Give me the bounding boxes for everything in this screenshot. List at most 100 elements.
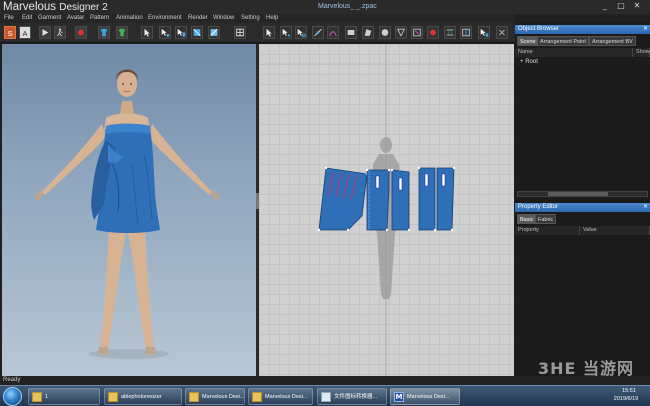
tab-fabric[interactable]: Fabric — [535, 214, 557, 224]
pattern-piece-right-front — [417, 166, 437, 232]
select-icon[interactable] — [141, 26, 153, 39]
pattern-canvas — [259, 44, 514, 376]
menu-pattern[interactable]: Pattern — [90, 14, 109, 23]
taskbar-item-marvelous-app[interactable]: M Marvelous Desi... — [390, 388, 460, 405]
avatar-figure — [35, 69, 219, 359]
polygon-icon[interactable] — [362, 26, 374, 39]
menu-window[interactable]: Window — [213, 14, 234, 23]
tree-item-root[interactable]: + Root — [520, 58, 538, 66]
tab-arrangement-bv[interactable]: Arrangement BV — [589, 36, 636, 46]
start-button[interactable] — [3, 387, 22, 406]
maximize-button[interactable]: □ — [615, 1, 627, 11]
arrow-cursor-icon — [321, 392, 331, 402]
menu-environment[interactable]: Environment — [148, 14, 182, 23]
status-text: Ready — [3, 377, 21, 383]
avatar-icon[interactable]: A — [19, 26, 31, 39]
marvelous-designer-window: Marvelous Designer 2 Marvelous_ _.zpac _… — [0, 0, 650, 406]
column-show[interactable]: Show — [633, 48, 650, 57]
pattern-piece-center-back — [390, 168, 411, 232]
taskbar-item-folder-1[interactable]: 1 — [28, 388, 100, 405]
column-name[interactable]: Name — [515, 48, 633, 57]
md-app-icon: M — [394, 392, 404, 402]
fold-icon[interactable] — [175, 26, 187, 39]
simulation-icon[interactable]: S — [4, 26, 16, 39]
menu-file[interactable]: File — [4, 14, 14, 23]
record-icon[interactable] — [75, 26, 87, 39]
expand-plus-icon[interactable]: + — [520, 59, 524, 65]
fold-arrange-icon[interactable] — [460, 26, 472, 39]
free-sew-icon[interactable] — [444, 26, 456, 39]
move-icon[interactable] — [159, 26, 171, 39]
menu-help[interactable]: Help — [266, 14, 278, 23]
taskbar-item-marvelous-2[interactable]: Marvelous Desi... — [248, 388, 313, 405]
scrollbar-thumb[interactable] — [548, 192, 608, 196]
add-point-icon[interactable] — [312, 26, 324, 39]
main-toolbar: S A — [0, 23, 515, 43]
clock-time[interactable]: 15:51 — [612, 388, 646, 395]
tree-item-label: Root — [525, 59, 538, 65]
menu-setting[interactable]: Setting — [241, 14, 260, 23]
windows-taskbar: 1 ablephotoresizer Marvelous Desi... Mar… — [0, 385, 650, 406]
clock-date[interactable]: 2019/6/19 — [605, 396, 647, 403]
dart-icon[interactable] — [395, 26, 407, 39]
play-icon[interactable] — [39, 26, 51, 39]
property-editor-close-icon[interactable]: ✕ — [643, 203, 648, 212]
object-browser-title: Object Browser ✕ — [515, 25, 650, 34]
internal-line-icon[interactable] — [411, 26, 423, 39]
property-editor-title: Property Editor ✕ — [515, 203, 650, 212]
folder-icon — [108, 392, 118, 402]
minimize-button[interactable]: _ — [599, 1, 611, 11]
menu-edit[interactable]: Edit — [22, 14, 32, 23]
object-browser-close-icon[interactable]: ✕ — [643, 25, 648, 34]
app-name: Marvelous — [3, 1, 57, 13]
folder-icon — [252, 392, 262, 402]
object-browser-title-text: Object Browser — [518, 26, 560, 32]
select-pattern-icon[interactable] — [263, 26, 275, 39]
menu-garment[interactable]: Garment — [38, 14, 61, 23]
circle-icon[interactable] — [379, 26, 391, 39]
curve-icon[interactable] — [327, 26, 339, 39]
taskbar-item-icon-converter[interactable]: 文件图标转换器... — [317, 388, 387, 405]
3d-garment-viewport[interactable] — [2, 44, 256, 376]
edit-pattern-icon[interactable] — [280, 26, 292, 39]
column-value[interactable]: Value — [580, 226, 650, 235]
2d-pattern-window[interactable] — [259, 44, 514, 376]
window-title: Marvelous_ _.zpac — [318, 3, 377, 10]
transform-icon[interactable] — [295, 26, 307, 39]
walk-icon[interactable] — [54, 26, 66, 39]
grid-icon[interactable] — [234, 26, 246, 39]
app-version-name: Designer 2 — [59, 2, 108, 13]
folder-icon — [189, 392, 199, 402]
pattern-piece-right-back — [436, 166, 456, 232]
taskbar-item-marvelous-1[interactable]: Marvelous Desi... — [185, 388, 245, 405]
menu-animation[interactable]: Animation — [116, 14, 143, 23]
pattern-piece-left-drape — [317, 166, 369, 232]
tab-basic[interactable]: Basic — [517, 214, 537, 224]
tab-scene[interactable]: Scene — [517, 36, 539, 46]
fit-icon[interactable] — [116, 26, 128, 39]
close-button[interactable]: ✕ — [631, 1, 643, 11]
pin-icon[interactable] — [191, 26, 203, 39]
settings-icon[interactable] — [496, 26, 508, 39]
taskbar-item-ablephotoresizer[interactable]: ablephotoresizer — [104, 388, 182, 405]
menu-bar: File Edit Garment Avatar Pattern Animati… — [0, 14, 515, 23]
property-editor-title-text: Property Editor — [518, 204, 559, 210]
watermark-logo: 3HE 当游网 — [538, 359, 635, 378]
object-browser-horizontal-scrollbar[interactable] — [517, 191, 648, 197]
texture-icon[interactable] — [208, 26, 220, 39]
menu-render[interactable]: Render — [188, 14, 208, 23]
column-property[interactable]: Property — [515, 226, 580, 235]
app-logo-title: Marvelous Designer 2 — [3, 0, 108, 15]
title-bar: Marvelous Designer 2 Marvelous_ _.zpac _… — [0, 0, 650, 14]
sew-icon[interactable] — [427, 26, 439, 39]
folder-icon — [32, 392, 42, 402]
menu-avatar[interactable]: Avatar — [67, 14, 84, 23]
pattern-piece-center-front — [365, 168, 391, 232]
right-dock: Object Browser ✕ Scene Arrangement Point… — [515, 23, 650, 376]
rectangle-icon[interactable] — [345, 26, 357, 39]
tab-arrangement-point[interactable]: Arrangement Point — [537, 36, 589, 46]
garment-icon[interactable] — [98, 26, 110, 39]
svg-text:A: A — [23, 29, 28, 38]
svg-text:S: S — [8, 29, 13, 38]
copy-icon[interactable] — [478, 26, 490, 39]
